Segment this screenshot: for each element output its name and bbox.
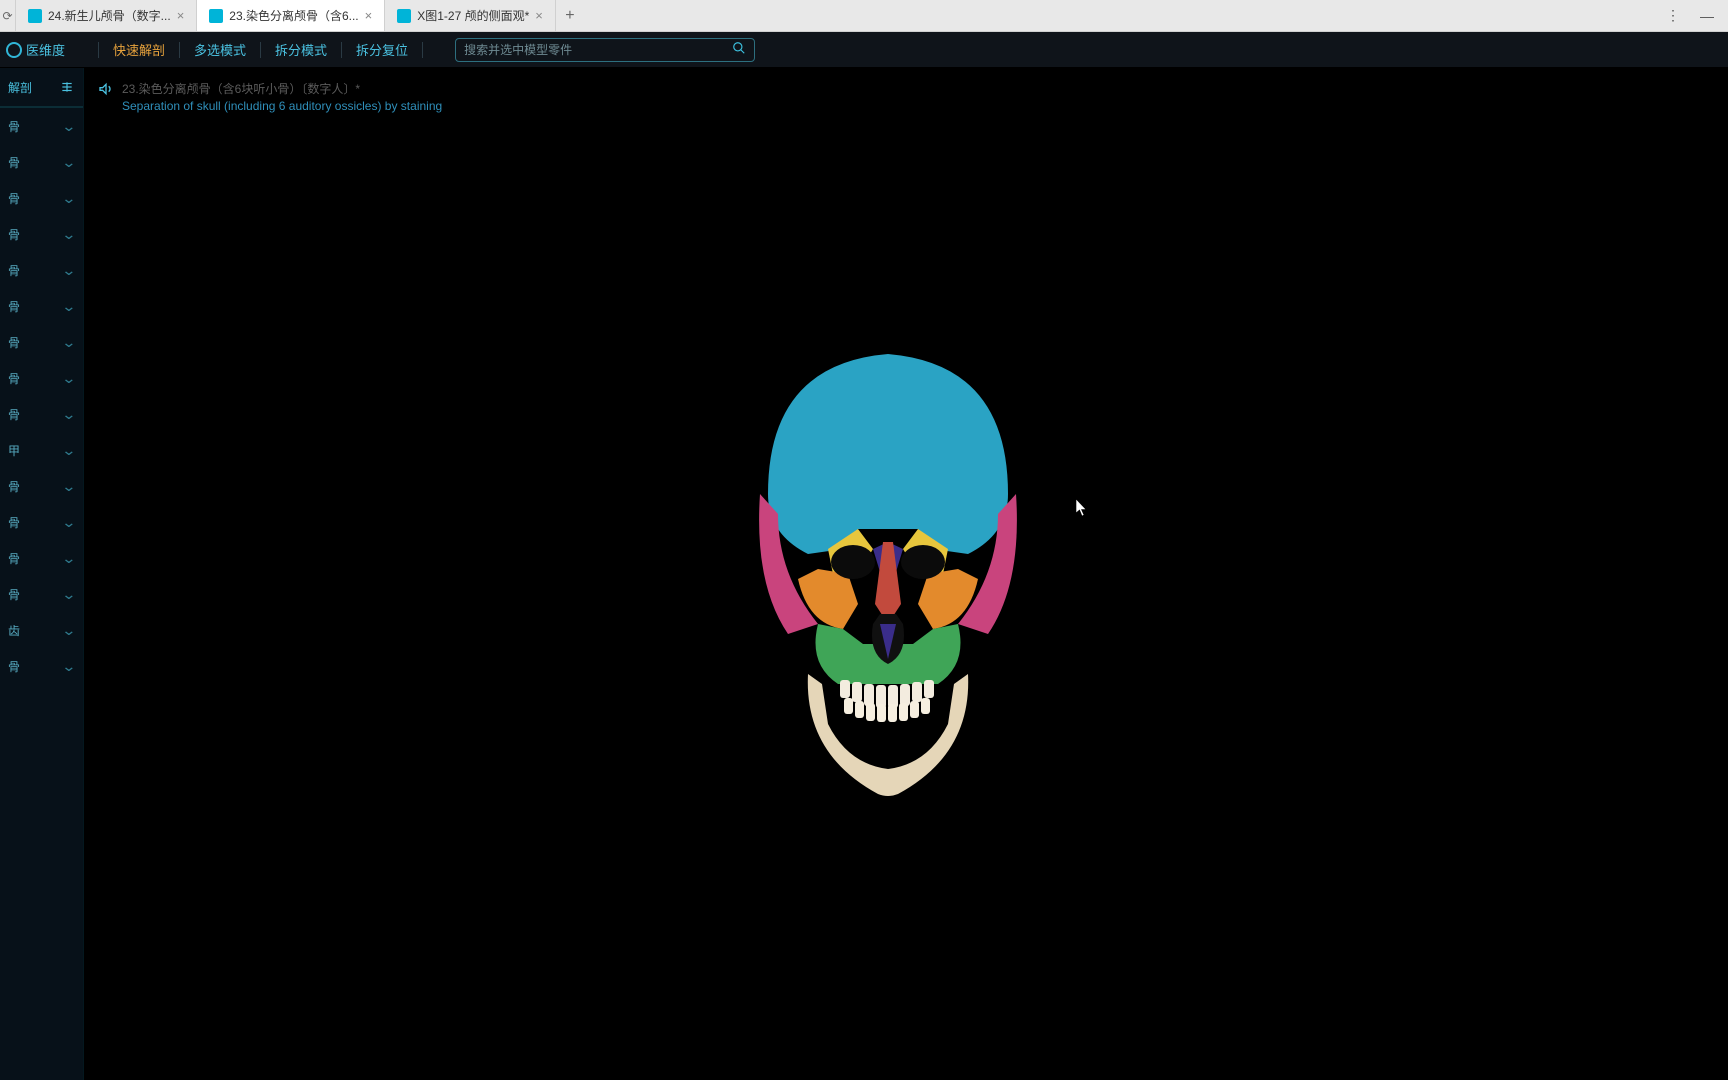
sidebar-item-label: 齿 (8, 622, 20, 639)
sidebar-item-label: 骨 (8, 262, 20, 279)
search-field[interactable] (455, 38, 755, 62)
favicon-icon (209, 9, 223, 23)
close-icon[interactable]: × (365, 9, 373, 22)
sidebar-item-label: 骨 (8, 118, 20, 135)
sidebar-header[interactable]: 解剖 (0, 68, 83, 108)
sidebar-item[interactable]: 骨⌄ (0, 576, 83, 612)
sidebar-item[interactable]: 骨⌄ (0, 144, 83, 180)
sidebar-item-label: 骨 (8, 190, 20, 207)
model-title-en: Separation of skull (including 6 auditor… (122, 99, 442, 113)
close-icon[interactable]: × (177, 9, 185, 22)
new-tab-button[interactable]: + (556, 0, 584, 31)
tab-title: X图1-27 颅的侧面观* (417, 7, 529, 24)
model-title-block: 23.染色分离颅骨（含6块听小骨）〔数字人〕* Separation of sk… (98, 80, 442, 113)
chevron-down-icon: ⌄ (62, 154, 77, 171)
chevron-down-icon: ⌄ (62, 262, 77, 279)
browser-tab[interactable]: X图1-27 颅的侧面观* × (385, 0, 556, 31)
sidebar-item-label: 骨 (8, 514, 20, 531)
sidebar-item-label: 骨 (8, 298, 20, 315)
sidebar-item-label: 骨 (8, 406, 20, 423)
menu-multi-select[interactable]: 多选模式 (194, 40, 246, 59)
divider (422, 42, 423, 58)
chevron-down-icon: ⌄ (62, 550, 77, 567)
chevron-down-icon: ⌄ (62, 370, 77, 387)
chevron-down-icon: ⌄ (62, 118, 77, 135)
sidebar-item[interactable]: 齿⌄ (0, 612, 83, 648)
chevron-down-icon: ⌄ (62, 442, 77, 459)
sidebar-item[interactable]: 骨⌄ (0, 252, 83, 288)
sidebar-item[interactable]: 骨⌄ (0, 540, 83, 576)
chevron-down-icon: ⌄ (62, 226, 77, 243)
sidebar-item[interactable]: 骨⌄ (0, 648, 83, 684)
brand-logo-icon (6, 42, 22, 58)
search-icon[interactable] (732, 41, 746, 58)
chevron-down-icon: ⌄ (62, 478, 77, 495)
browser-tab[interactable]: 23.染色分离颅骨（含6... × (197, 0, 385, 31)
chevron-down-icon: ⌄ (62, 622, 77, 639)
sidebar-item-label: 骨 (8, 226, 20, 243)
browser-tab-strip: ⟳ 24.新生儿颅骨（数字... × 23.染色分离颅骨（含6... × X图1… (0, 0, 1728, 32)
tab-title: 23.染色分离颅骨（含6... (229, 7, 358, 24)
sidebar-item[interactable]: 骨⌄ (0, 324, 83, 360)
divider (260, 42, 261, 58)
audio-icon[interactable] (98, 81, 114, 100)
close-icon[interactable]: × (535, 9, 543, 22)
chevron-down-icon: ⌄ (62, 406, 77, 423)
sidebar-header-label: 解剖 (8, 79, 32, 96)
skull-model[interactable] (708, 324, 1068, 824)
window-minimize-icon[interactable]: — (1700, 8, 1714, 24)
sidebar-item[interactable]: 骨⌄ (0, 504, 83, 540)
browser-edge-handle[interactable]: ⟳ (0, 0, 16, 31)
sidebar-item-label: 甲 (8, 442, 20, 459)
browser-tab[interactable]: 24.新生儿颅骨（数字... × (16, 0, 197, 31)
sidebar-item-label: 骨 (8, 478, 20, 495)
favicon-icon (397, 9, 411, 23)
model-title-cn: 23.染色分离颅骨（含6块听小骨）〔数字人〕* (122, 80, 442, 97)
brand-label: 医维度 (26, 40, 65, 59)
viewport-3d[interactable]: 23.染色分离颅骨（含6块听小骨）〔数字人〕* Separation of sk… (84, 68, 1728, 1080)
sidebar-item[interactable]: 甲⌄ (0, 432, 83, 468)
chevron-down-icon: ⌄ (62, 298, 77, 315)
sidebar-item[interactable]: 骨⌄ (0, 396, 83, 432)
sidebar-items: 骨⌄骨⌄骨⌄骨⌄骨⌄骨⌄骨⌄骨⌄骨⌄甲⌄骨⌄骨⌄骨⌄骨⌄齿⌄骨⌄ (0, 108, 83, 1080)
chevron-down-icon: ⌄ (62, 190, 77, 207)
sidebar-handle-icon[interactable] (59, 79, 75, 95)
chevron-down-icon: ⌄ (62, 586, 77, 603)
app-bar: 医维度 快速解剖 多选模式 拆分模式 拆分复位 (0, 32, 1728, 68)
brand[interactable]: 医维度 (6, 40, 84, 59)
tab-title: 24.新生儿颅骨（数字... (48, 7, 171, 24)
menu-split-reset[interactable]: 拆分复位 (356, 40, 408, 59)
window-menu-icon[interactable]: ⋮ (1666, 7, 1680, 24)
sidebar-item-label: 骨 (8, 586, 20, 603)
sidebar-item-label: 骨 (8, 550, 20, 567)
sidebar-item[interactable]: 骨⌄ (0, 180, 83, 216)
sidebar-item[interactable]: 骨⌄ (0, 360, 83, 396)
menu-fast-anatomy[interactable]: 快速解剖 (113, 40, 165, 59)
favicon-icon (28, 9, 42, 23)
sidebar-item-label: 骨 (8, 370, 20, 387)
divider (98, 42, 99, 58)
sidebar-item[interactable]: 骨⌄ (0, 108, 83, 144)
mouse-cursor-icon (1076, 499, 1088, 517)
sidebar: 解剖 骨⌄骨⌄骨⌄骨⌄骨⌄骨⌄骨⌄骨⌄骨⌄甲⌄骨⌄骨⌄骨⌄骨⌄齿⌄骨⌄ (0, 68, 84, 1080)
sidebar-item[interactable]: 骨⌄ (0, 468, 83, 504)
sidebar-item[interactable]: 骨⌄ (0, 216, 83, 252)
chevron-down-icon: ⌄ (62, 514, 77, 531)
menu-split-mode[interactable]: 拆分模式 (275, 40, 327, 59)
sidebar-item-label: 骨 (8, 154, 20, 171)
chevron-down-icon: ⌄ (62, 658, 77, 675)
sidebar-item[interactable]: 骨⌄ (0, 288, 83, 324)
search-input[interactable] (464, 43, 732, 57)
divider (179, 42, 180, 58)
sidebar-item-label: 骨 (8, 658, 20, 675)
divider (341, 42, 342, 58)
chevron-down-icon: ⌄ (62, 334, 77, 351)
sidebar-item-label: 骨 (8, 334, 20, 351)
